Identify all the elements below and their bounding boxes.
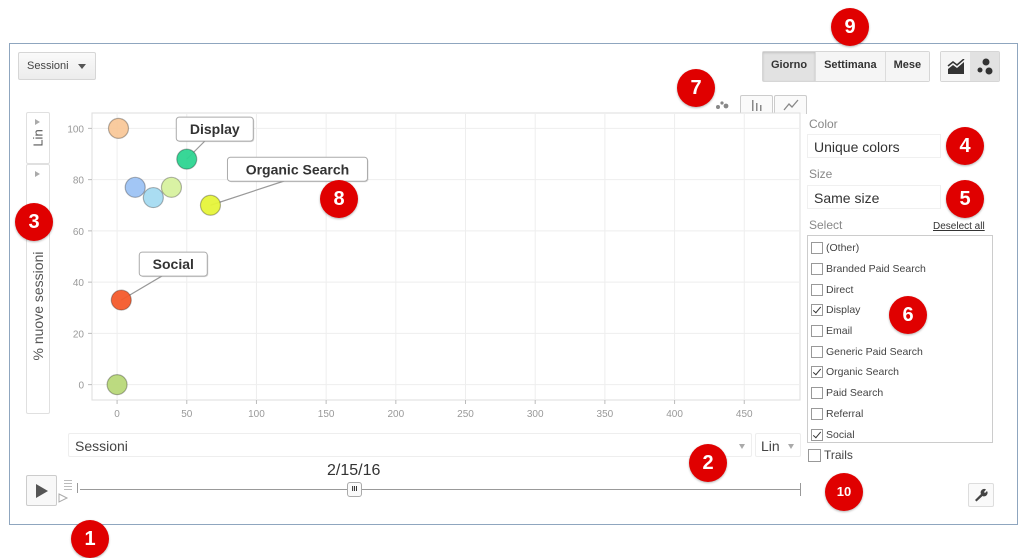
data-label: Organic Search (246, 161, 350, 177)
x-tick-label: 50 (181, 409, 193, 420)
annotation-badge: 5 (946, 180, 984, 218)
list-item-label: Referral (826, 407, 864, 420)
list-item-label: (Other) (826, 242, 860, 255)
x-tick-label: 250 (457, 409, 474, 420)
size-dropdown[interactable]: Same size (807, 185, 941, 209)
chevron-right-icon (35, 119, 40, 125)
time-slider-handle[interactable]: III (347, 482, 362, 497)
chevron-down-icon (788, 444, 794, 449)
list-item[interactable]: Generic Paid Search (808, 341, 992, 362)
y-axis-title: % nuove sessioni (30, 251, 46, 361)
annotation-badge: 4 (946, 127, 984, 165)
trails-checkbox[interactable] (808, 448, 821, 462)
chevron-right-icon (35, 171, 40, 177)
time-slider-end (800, 483, 801, 496)
list-item[interactable]: Paid Search (808, 383, 992, 404)
list-item[interactable]: Organic Search (808, 362, 992, 383)
annotation-badge: 9 (831, 8, 869, 46)
checkbox[interactable] (811, 407, 823, 420)
y-tick-label: 60 (73, 227, 85, 238)
checkbox[interactable] (811, 366, 823, 379)
y-tick-label: 80 (73, 176, 85, 187)
speed-icon (58, 480, 78, 503)
deselect-all-link[interactable]: Deselect all (933, 221, 985, 232)
data-point[interactable] (199, 194, 222, 216)
list-item[interactable]: Social (808, 424, 992, 445)
x-scale-label: Lin (761, 438, 780, 454)
chevron-down-icon (739, 444, 745, 449)
checkbox[interactable] (811, 242, 823, 255)
checkbox[interactable] (811, 345, 823, 358)
list-item[interactable]: (Other) (808, 238, 992, 259)
y-metric-dropdown[interactable]: % nuove sessioni (26, 164, 50, 414)
annotation-badge: 6 (889, 296, 927, 334)
list-item-label: Generic Paid Search (826, 345, 923, 358)
x-tick-label: 350 (597, 409, 614, 420)
series-select-list: (Other) Branded Paid Search Direct Displ… (807, 235, 993, 443)
x-tick-label: 150 (318, 409, 335, 420)
checkbox[interactable] (811, 283, 823, 296)
x-axis-title: Sessioni (75, 438, 128, 454)
size-label: Size (809, 167, 833, 181)
data-point[interactable] (110, 289, 132, 311)
x-scale-dropdown[interactable]: Lin (755, 433, 801, 457)
y-scale-label: Lin (30, 129, 46, 147)
list-item[interactable]: Referral (808, 404, 992, 425)
trails-label: Trails (824, 448, 853, 462)
data-label: Social (153, 256, 194, 272)
y-tick-label: 20 (73, 329, 85, 340)
settings-button[interactable] (968, 483, 994, 507)
color-label: Color (809, 117, 838, 131)
x-tick-label: 200 (387, 409, 404, 420)
data-point[interactable] (160, 176, 183, 198)
x-metric-dropdown[interactable]: Sessioni (68, 433, 752, 457)
data-point[interactable] (107, 117, 130, 139)
list-item-label: Display (826, 304, 861, 317)
current-date-label: 2/15/16 (327, 462, 381, 479)
y-tick-label: 40 (73, 278, 85, 289)
x-tick-label: 450 (736, 409, 753, 420)
list-item-label: Organic Search (826, 366, 899, 379)
trails-toggle[interactable]: Trails (808, 448, 853, 462)
data-label: Display (190, 121, 240, 137)
annotation-badge: 10 (825, 473, 863, 511)
annotation-badge: 7 (677, 69, 715, 107)
x-tick-label: 400 (666, 409, 683, 420)
list-item[interactable]: Branded Paid Search (808, 259, 992, 280)
annotation-badge: 1 (71, 520, 109, 558)
checkbox[interactable] (811, 304, 823, 317)
list-item-label: Direct (826, 283, 854, 296)
annotation-badge: 2 (689, 444, 727, 482)
time-slider-track[interactable] (80, 489, 801, 490)
list-item-label: Branded Paid Search (826, 263, 926, 276)
list-item-label: Social (826, 428, 855, 441)
play-button[interactable] (26, 475, 57, 506)
checkbox[interactable] (811, 428, 823, 441)
x-tick-label: 300 (527, 409, 544, 420)
speed-control[interactable] (58, 478, 78, 511)
annotation-badge: 3 (15, 203, 53, 241)
checkbox[interactable] (811, 263, 823, 276)
checkbox[interactable] (811, 387, 823, 400)
y-scale-dropdown[interactable]: Lin (26, 112, 50, 164)
checkbox[interactable] (811, 325, 823, 338)
annotation-badge: 8 (320, 180, 358, 218)
y-tick-label: 0 (78, 381, 84, 392)
play-icon (35, 483, 48, 498)
list-item-label: Paid Search (826, 387, 884, 400)
wrench-icon (975, 488, 988, 502)
x-tick-label: 0 (114, 409, 120, 420)
y-tick-label: 100 (67, 124, 84, 135)
list-item-label: Email (826, 325, 853, 338)
color-dropdown[interactable]: Unique colors (807, 134, 941, 158)
data-point[interactable] (124, 176, 146, 198)
data-point[interactable] (176, 148, 198, 170)
x-tick-label: 100 (248, 409, 265, 420)
data-point[interactable] (106, 374, 128, 396)
data-point[interactable] (142, 186, 164, 209)
select-label: Select (809, 218, 843, 232)
